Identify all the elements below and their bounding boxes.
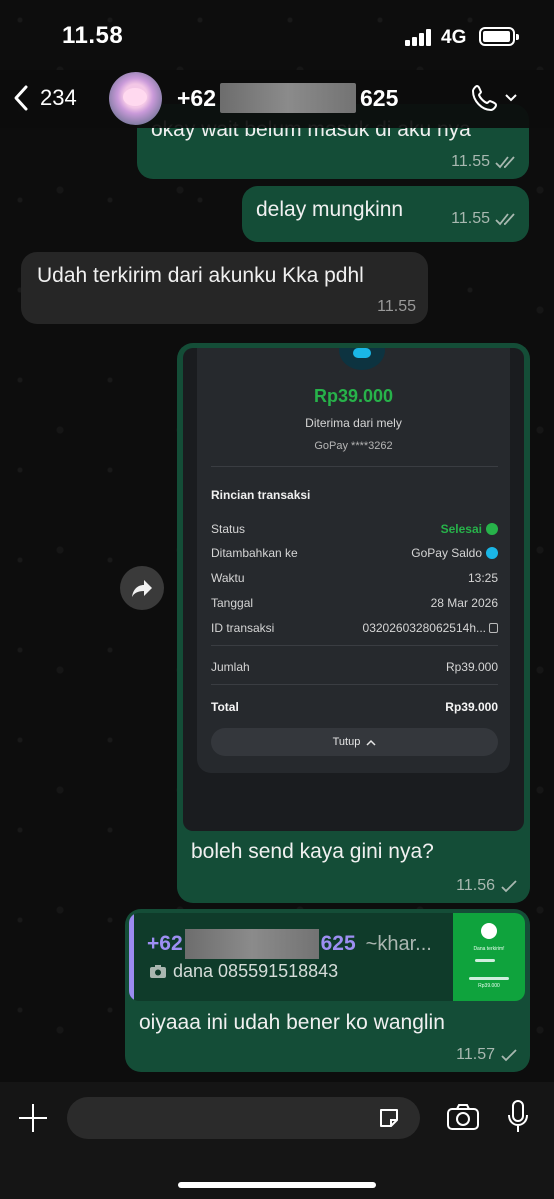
receipt-amount: Rp39.000 [313,386,394,406]
sticker-icon[interactable] [377,1106,401,1130]
gopay-icon [486,547,498,559]
receipt-account: GoPay ****3262 [314,440,393,452]
battery-icon [479,27,519,46]
message-time: 11.56 [456,877,495,894]
double-check-icon [495,213,515,226]
message-meta: 11.55 [451,153,517,171]
quoted-sender: +62 625 ~khar... [147,929,432,959]
message-bubble-incoming[interactable]: Udah terkirim dari akunku Kka pdhl 11.55 [21,252,428,324]
row-value: Rp39.000 [445,660,498,674]
check-circle-icon [481,923,497,939]
thumb-amount: Rp39.000 [478,983,500,989]
row-label: Jumlah [211,660,250,674]
quoted-message[interactable]: +62 625 ~khar... dana 085591518843 Dana … [129,913,525,1001]
attach-plus-button[interactable] [17,1102,49,1134]
receipt-received-from: Diterima dari mely [305,416,402,430]
quoted-sender-alias: ~khar... [365,932,432,955]
close-label: Tutup [332,736,361,748]
row-label: ID transaksi [211,621,275,635]
receipt-row-amount: Jumlah Rp39.000 [211,660,498,674]
thumb-line [475,959,495,962]
row-value: Rp39.000 [445,700,498,714]
quoted-sender-prefix: +62 [147,932,183,955]
receipt-card: Rp39.000 Diterima dari mely GoPay ****32… [197,348,510,773]
status-bar: 11.58 4G [0,0,554,70]
signal-icon [405,29,433,46]
message-input[interactable] [67,1097,420,1139]
message-bubble-outgoing[interactable]: delay mungkinn 11.55 [242,186,529,242]
chevron-down-icon [505,94,517,102]
message-caption: boleh send kaya gini nya? [191,840,434,863]
message-time: 11.55 [451,153,490,170]
chat-header: 234 +62 625 [0,70,554,128]
receipt-heading: Rincian transaksi [211,488,311,502]
receipt-row-status: Status Selesai [211,522,498,536]
double-check-icon [495,156,515,169]
message-meta: 11.57 [456,1046,518,1064]
row-value: 28 Mar 2026 [430,596,498,610]
row-label: Waktu [211,571,245,585]
row-value: Selesai [441,522,498,536]
chevron-left-icon [14,85,28,111]
forward-button[interactable] [120,566,164,610]
quoted-image-thumbnail: Dana terkirim! Rp39.000 [453,913,525,1001]
chevron-up-icon [366,739,376,746]
message-text: delay mungkinn [256,198,404,221]
thumb-line [469,977,509,980]
row-label: Tanggal [211,596,254,610]
success-check-icon [486,523,498,535]
network-type: 4G [441,27,467,48]
status-time: 11.58 [62,22,124,49]
row-label: Total [211,700,239,714]
receipt-row-date: Tanggal 28 Mar 2026 [211,596,498,610]
message-time: 11.57 [456,1046,495,1063]
message-time: 11.55 [377,298,416,315]
camera-button-icon[interactable] [446,1102,480,1132]
message-meta: 11.55 [451,210,517,228]
call-button[interactable] [470,83,518,113]
quoted-sender-suffix: 625 [320,932,356,955]
quote-accent-bar [129,913,134,1001]
row-value: 13:25 [467,571,498,585]
contact-avatar[interactable] [109,72,162,125]
receipt-image[interactable]: Rp39.000 Diterima dari mely GoPay ****32… [183,348,524,831]
row-label: Ditambahkan ke [211,546,298,560]
share-arrow-icon [132,580,152,597]
camera-icon [150,965,166,978]
back-button[interactable]: 234 [12,80,77,116]
gopay-logo-icon [339,348,385,370]
receipt-row-destination: Ditambahkan ke GoPay Saldo [211,546,498,560]
contact-name[interactable]: +62 625 [177,83,398,113]
close-button: Tutup [211,728,498,756]
message-text: Udah terkirim dari akunku Kka pdhl [37,264,364,287]
redacted-number [184,929,319,959]
copy-icon [489,623,498,633]
receipt-row-transaction-id: ID transaksi 0320260328062514h... [211,621,498,635]
divider [211,645,498,646]
microphone-icon[interactable] [506,1099,530,1135]
contact-name-suffix: 625 [360,84,399,111]
row-value: GoPay Saldo [411,546,498,560]
row-value: 0320260328062514h... [363,621,498,635]
quoted-text: dana 085591518843 [149,961,338,982]
message-time: 11.55 [451,210,490,227]
check-icon [501,1049,517,1062]
home-indicator [178,1182,376,1188]
receipt-row-time: Waktu 13:25 [211,571,498,585]
thumb-title: Dana terkirim! [473,946,505,952]
contact-name-prefix: +62 [177,84,217,111]
unread-count: 234 [40,85,77,110]
redacted-number [220,83,357,113]
row-label: Status [211,522,246,536]
phone-icon [471,84,498,112]
check-icon [501,880,517,893]
receipt-row-total: Total Rp39.000 [211,700,498,714]
message-meta: 11.56 [456,877,518,895]
message-text: oiyaaa ini udah bener ko wanglin [139,1011,445,1034]
quoted-text-value: dana 085591518843 [173,961,339,981]
message-meta: 11.55 [377,298,416,316]
divider [211,466,498,467]
divider [211,684,498,685]
